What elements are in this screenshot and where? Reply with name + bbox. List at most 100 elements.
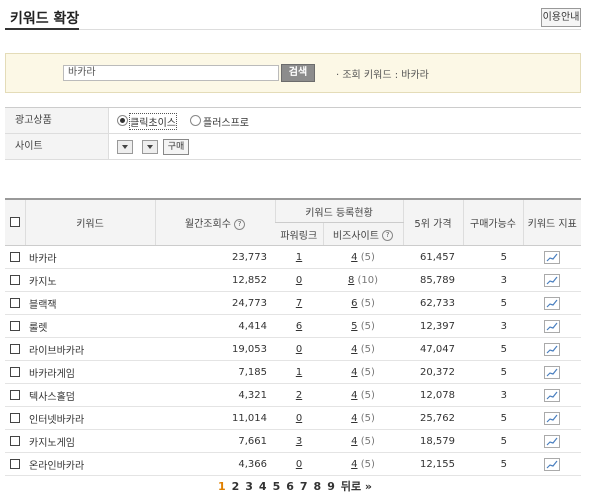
biz-site-count[interactable]: 4 <box>351 367 357 378</box>
chart-icon[interactable] <box>544 319 560 333</box>
biz-site-count[interactable]: 4 <box>351 436 357 447</box>
table-row: 라이브바카라 19,053 0 4 (5) 47,047 5 <box>5 337 581 361</box>
buy-button[interactable]: 구매 <box>163 139 189 155</box>
buyable-cell: 5 <box>463 452 523 476</box>
price5-cell: 25,762 <box>403 406 463 430</box>
keyword-cell[interactable]: 카지노게임 <box>25 429 155 453</box>
row-checkbox[interactable] <box>10 366 20 377</box>
page-link[interactable]: 7 <box>300 480 308 493</box>
keyword-cell[interactable]: 블랙잭 <box>25 291 155 315</box>
site-dropdown-1[interactable] <box>117 140 133 154</box>
radio-plus-pro-label[interactable]: 플러스프로 <box>203 114 249 129</box>
power-link-count[interactable]: 0 <box>296 275 302 286</box>
chart-icon[interactable] <box>544 411 560 425</box>
power-link-count[interactable]: 6 <box>296 321 302 332</box>
power-link-count[interactable]: 2 <box>296 390 302 401</box>
chart-icon[interactable] <box>544 434 560 448</box>
search-button[interactable]: 검색 <box>281 64 315 82</box>
monthly-cell: 11,014 <box>155 406 275 430</box>
keyword-cell[interactable]: 온라인바카라 <box>25 452 155 476</box>
chart-icon[interactable] <box>544 457 560 471</box>
row-checkbox[interactable] <box>10 389 20 400</box>
keyword-cell[interactable]: 룰렛 <box>25 314 155 338</box>
page-link[interactable]: 8 <box>314 480 322 493</box>
buyable-cell: 3 <box>463 268 523 292</box>
site-dropdown-2[interactable] <box>142 140 158 154</box>
page-title: 키워드 확장 <box>10 11 80 27</box>
chart-icon[interactable] <box>544 273 560 287</box>
header-indicator: 키워드 지표 <box>522 198 581 246</box>
help-icon[interactable]: ? <box>382 230 394 241</box>
biz-site-count[interactable]: 4 <box>351 413 357 424</box>
biz-site-count[interactable]: 5 <box>351 321 357 332</box>
table-row: 룰렛 4,414 6 5 (5) 12,397 3 <box>5 314 581 338</box>
pagination: 1 2 3 4 5 6 7 8 9 뒤로 » <box>0 478 590 494</box>
row-checkbox-cell <box>5 337 25 361</box>
chart-icon[interactable] <box>544 388 560 402</box>
biz-site-cell: 8 (10) <box>323 268 403 292</box>
title-divider <box>5 29 581 30</box>
radio-plus-pro[interactable] <box>190 115 201 126</box>
power-link-count[interactable]: 0 <box>296 459 302 470</box>
keyword-cell[interactable]: 라이브바카라 <box>25 337 155 361</box>
indicator-cell <box>523 337 581 361</box>
biz-site-count[interactable]: 4 <box>351 459 357 470</box>
radio-click-choice-label[interactable]: 클릭초이스 <box>129 113 177 130</box>
page-link[interactable]: 5 <box>273 480 281 493</box>
radio-click-choice[interactable] <box>117 115 128 126</box>
biz-site-count[interactable]: 6 <box>351 298 357 309</box>
table-row: 온라인바카라 4,366 0 4 (5) 12,155 5 <box>5 452 581 476</box>
power-link-count[interactable]: 1 <box>296 252 302 263</box>
monthly-cell: 4,414 <box>155 314 275 338</box>
keyword-cell[interactable]: 텍사스홀덤 <box>25 383 155 407</box>
biz-site-count[interactable]: 4 <box>351 390 357 401</box>
table-row: 인터넷바카라 11,014 0 4 (5) 25,762 5 <box>5 406 581 430</box>
indicator-cell <box>523 360 581 384</box>
select-all-checkbox[interactable] <box>9 217 20 227</box>
biz-site-sub: (5) <box>360 458 375 470</box>
power-link-count[interactable]: 1 <box>296 367 302 378</box>
keyword-cell[interactable]: 바카라 <box>25 245 155 269</box>
keyword-cell[interactable]: 바카라게임 <box>25 360 155 384</box>
indicator-cell <box>523 383 581 407</box>
page-link[interactable]: 3 <box>245 480 253 493</box>
power-link-count[interactable]: 3 <box>296 436 302 447</box>
chart-icon[interactable] <box>544 296 560 310</box>
biz-site-cell: 4 (5) <box>323 383 403 407</box>
chart-icon[interactable] <box>544 250 560 264</box>
help-button[interactable]: 이용안내 <box>541 8 581 27</box>
biz-site-count[interactable]: 4 <box>351 252 357 263</box>
row-checkbox[interactable] <box>10 435 20 446</box>
price5-cell: 61,457 <box>403 245 463 269</box>
help-icon[interactable]: ? <box>234 218 246 230</box>
site-row: 사이트 구매 <box>5 134 581 160</box>
power-link-count[interactable]: 7 <box>296 298 302 309</box>
row-checkbox[interactable] <box>10 343 20 354</box>
row-checkbox[interactable] <box>10 412 20 423</box>
row-checkbox[interactable] <box>10 251 20 262</box>
page-link[interactable]: 6 <box>286 480 294 493</box>
next-page-link[interactable]: 뒤로 » <box>341 480 372 493</box>
row-checkbox[interactable] <box>10 274 20 285</box>
biz-site-count[interactable]: 8 <box>348 275 354 286</box>
monthly-cell: 7,661 <box>155 429 275 453</box>
row-checkbox[interactable] <box>10 458 20 469</box>
search-input[interactable]: 바카라 <box>63 65 279 81</box>
chart-icon[interactable] <box>544 342 560 356</box>
chart-icon[interactable] <box>544 365 560 379</box>
power-link-count[interactable]: 0 <box>296 344 302 355</box>
keyword-cell[interactable]: 인터넷바카라 <box>25 406 155 430</box>
header-buyable: 구매가능수 <box>462 198 523 246</box>
page-link[interactable]: 4 <box>259 480 267 493</box>
row-checkbox[interactable] <box>10 320 20 331</box>
keyword-cell[interactable]: 카지노 <box>25 268 155 292</box>
power-link-count[interactable]: 0 <box>296 413 302 424</box>
page-link[interactable]: 2 <box>232 480 240 493</box>
price5-cell: 20,372 <box>403 360 463 384</box>
page-link[interactable]: 9 <box>327 480 335 493</box>
page-link[interactable]: 1 <box>218 480 226 493</box>
biz-site-count[interactable]: 4 <box>351 344 357 355</box>
price5-cell: 12,397 <box>403 314 463 338</box>
table-row: 텍사스홀덤 4,321 2 4 (5) 12,078 3 <box>5 383 581 407</box>
row-checkbox[interactable] <box>10 297 20 308</box>
